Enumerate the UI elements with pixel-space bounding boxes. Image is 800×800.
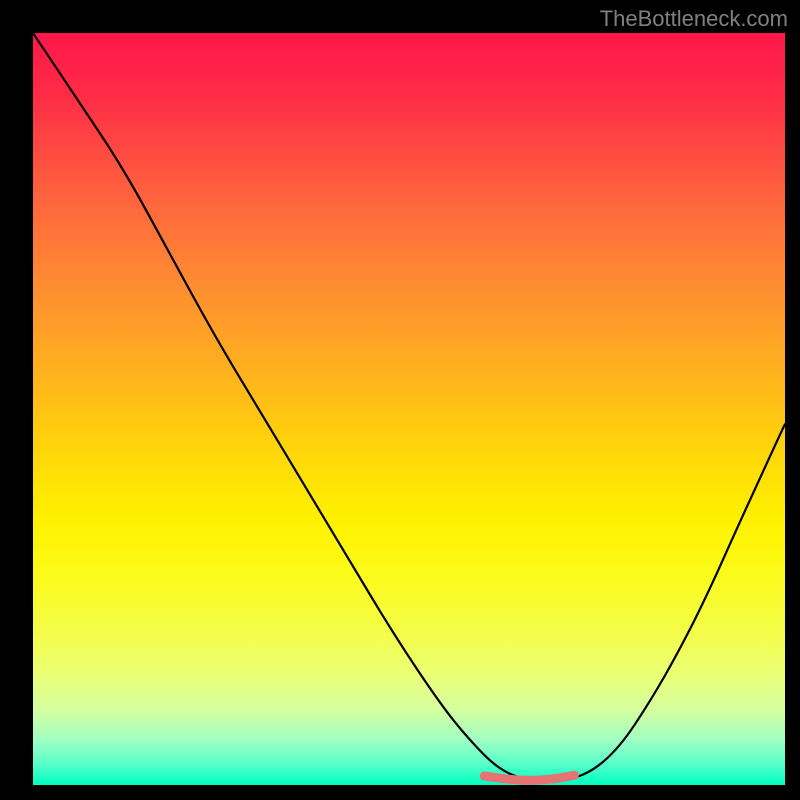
chart-svg [33, 33, 785, 785]
minimum-flat-marker [484, 775, 574, 780]
chart-plot-area [33, 33, 785, 785]
bottleneck-curve-line [33, 33, 785, 781]
watermark-text: TheBottleneck.com [600, 6, 788, 32]
